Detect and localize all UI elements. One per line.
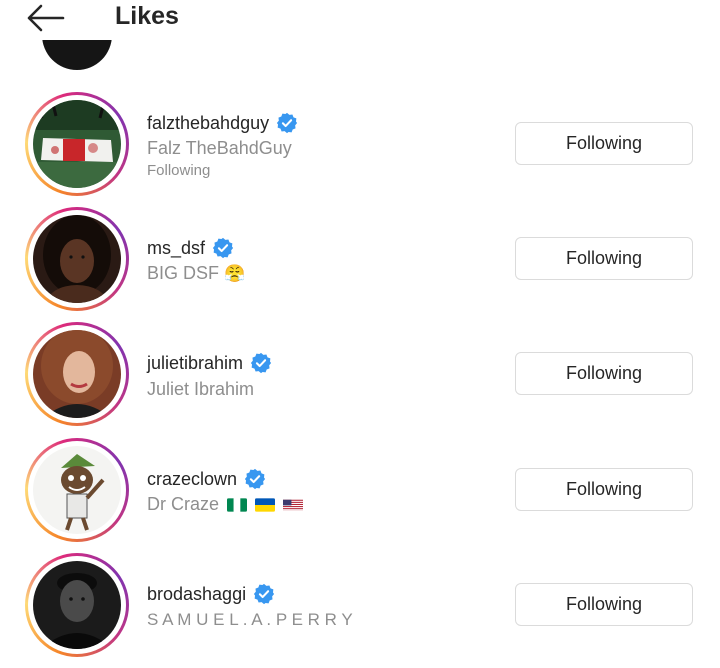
back-button[interactable] — [22, 0, 68, 36]
avatar — [33, 100, 121, 188]
usa-flag-icon — [283, 499, 304, 511]
verified-badge-icon — [254, 583, 275, 605]
full-name-text: BIG DSF — [147, 263, 220, 283]
username-text: brodashaggi — [147, 584, 247, 604]
avatar — [33, 215, 121, 303]
full-name-text: Dr Craze — [147, 494, 220, 514]
list-item: julietibrahim Juliet Ibrahim Following — [0, 322, 720, 437]
username[interactable]: ms_dsf — [147, 237, 234, 259]
username[interactable]: falzthebahdguy — [147, 112, 298, 134]
verified-badge-icon — [277, 112, 298, 134]
nigeria-flag-icon — [227, 498, 248, 512]
following-button[interactable]: Following — [515, 468, 693, 511]
story-ring[interactable] — [25, 92, 129, 196]
list-item: falzthebahdguy Falz TheBahdGuy Following… — [0, 92, 720, 207]
username-text: ms_dsf — [147, 238, 206, 258]
verified-badge-icon — [212, 237, 234, 259]
list-item: brodashaggi S A M U E L . A . P E R R Y … — [0, 553, 720, 668]
avatar — [33, 561, 121, 649]
avatar — [33, 446, 121, 534]
story-ring[interactable] — [25, 553, 129, 657]
full-name: Dr Craze — [147, 493, 304, 515]
following-button[interactable]: Following — [515, 583, 693, 626]
username[interactable]: brodashaggi — [147, 583, 275, 605]
full-name: Falz TheBahdGuy — [147, 138, 292, 158]
following-button[interactable]: Following — [515, 122, 693, 165]
follow-status: Following — [147, 162, 211, 179]
verified-badge-icon — [250, 352, 272, 374]
story-ring[interactable] — [25, 322, 129, 426]
username[interactable]: julietibrahim — [147, 352, 272, 374]
story-ring[interactable] — [25, 438, 129, 542]
arrow-left-icon — [27, 4, 65, 32]
list-item: crazeclown Dr Craze Following — [0, 438, 720, 553]
full-name: S A M U E L . A . P E R R Y — [147, 610, 353, 629]
emoji: 😤 — [224, 264, 246, 283]
following-button[interactable]: Following — [515, 352, 693, 395]
username-text: julietibrahim — [147, 353, 244, 373]
page-title: Likes — [115, 2, 179, 30]
avatar[interactable] — [42, 34, 112, 74]
full-name: Juliet Ibrahim — [147, 379, 255, 399]
full-name: BIG DSF 😤 — [147, 262, 245, 285]
header: Likes — [0, 0, 720, 40]
story-ring[interactable] — [25, 207, 129, 311]
ukraine-flag-icon — [255, 498, 276, 512]
avatar — [33, 330, 121, 418]
verified-badge-icon — [244, 468, 266, 490]
username[interactable]: crazeclown — [147, 468, 266, 490]
username-text: falzthebahdguy — [147, 113, 270, 133]
username-text: crazeclown — [147, 469, 238, 489]
list-item: ms_dsf BIG DSF 😤 Following — [0, 207, 720, 322]
following-button[interactable]: Following — [515, 237, 693, 280]
